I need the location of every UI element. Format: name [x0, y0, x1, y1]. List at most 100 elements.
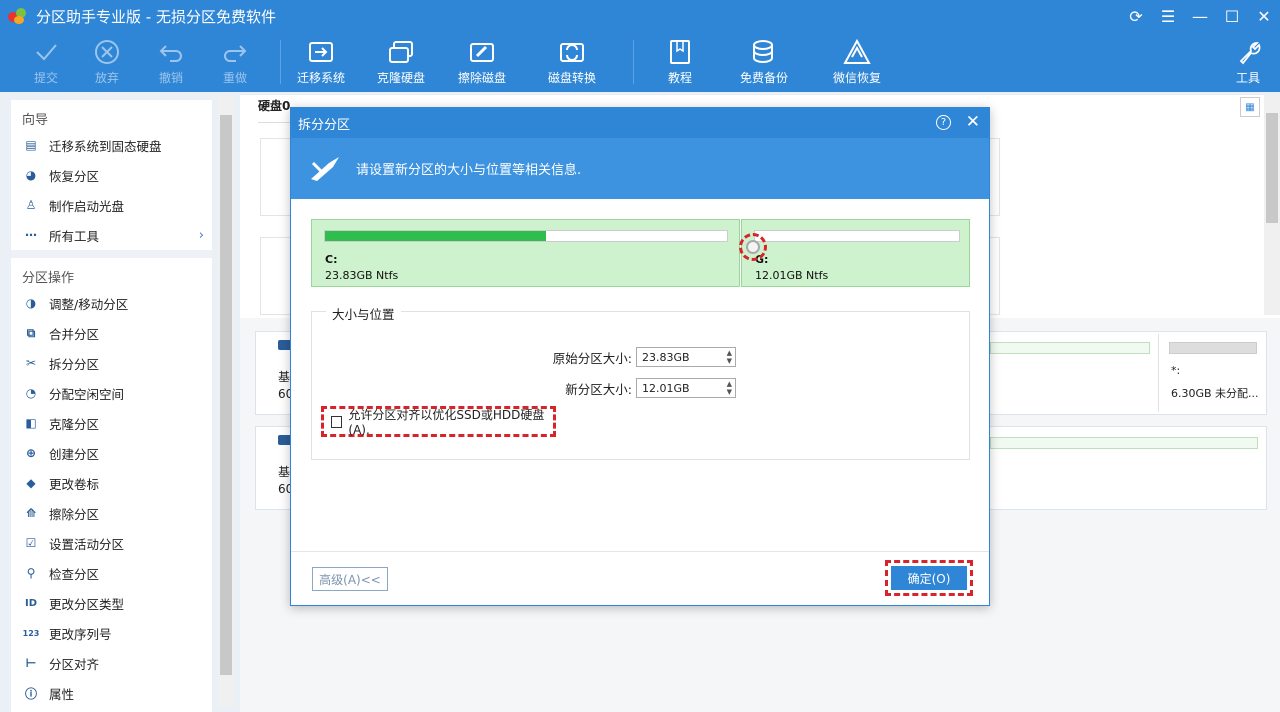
id-icon: ID	[24, 597, 38, 609]
sidebar-item-change-type[interactable]: ID 更改分区类型	[11, 588, 212, 618]
commit-button[interactable]: 提交	[16, 32, 76, 92]
clone-disk-button[interactable]: 克隆硬盘	[361, 32, 441, 92]
partition-bar	[990, 342, 1150, 354]
align-checkbox[interactable]	[331, 415, 343, 428]
wipe-disk-icon	[467, 38, 497, 66]
sidebar-item-resize[interactable]: ◑ 调整/移动分区	[11, 288, 212, 318]
partition-split-bar: C: 23.83GB Ntfs G: 12.01GB Ntfs	[311, 219, 971, 287]
magnifier-icon: ⚲	[26, 566, 36, 580]
free-backup-button[interactable]: 免费备份	[716, 32, 812, 92]
tutorial-button[interactable]: 教程	[644, 32, 716, 92]
migrate-disk-icon	[306, 38, 336, 66]
sidebar-item-clone-partition[interactable]: ◧ 克隆分区	[11, 408, 212, 438]
ops-section-title: 分区操作	[11, 258, 212, 288]
split-drag-handle[interactable]	[739, 233, 767, 261]
database-backup-icon	[749, 38, 779, 66]
sidebar-item-migrate-ssd[interactable]: ▤ 迁移系统到固态硬盘	[11, 130, 212, 160]
chevron-right-icon: ›	[198, 227, 204, 243]
split-partition-dialog: 拆分分区 ? ✕ 请设置新分区的大小与位置等相关信息. C: 23.83GB N…	[290, 107, 990, 606]
align-icon: ⊢	[25, 656, 37, 670]
unallocated-block[interactable]: *: 6.30GB 未分配...	[1158, 334, 1266, 412]
dialog-header-text: 请设置新分区的大小与位置等相关信息.	[356, 163, 582, 178]
dialog-footer: 高级(A)<< 确定(O)	[291, 551, 989, 606]
sidebar-item-align[interactable]: ⊢ 分区对齐	[11, 648, 212, 678]
dialog-title: 拆分分区	[298, 117, 351, 133]
tag-icon: ◆	[26, 476, 36, 490]
sidebar-item-properties[interactable]: ⓘ 属性	[11, 678, 212, 708]
convert-disk-button[interactable]: 磁盘转换	[523, 32, 621, 92]
boot-disk-icon: ♙	[25, 198, 37, 212]
maximize-button[interactable]: ☐	[1216, 0, 1248, 32]
discard-button[interactable]: 放弃	[76, 32, 138, 92]
size-position-group: 大小与位置 原始分区大小: 23.83GB ▲ ▼ 新分区大小: 12.01GB…	[311, 304, 970, 460]
serial-icon: 123	[22, 628, 40, 638]
partition-c-info: 23.83GB Ntfs	[325, 269, 399, 282]
new-size-label: 新分区大小:	[565, 381, 632, 397]
partition-g-info: 12.01GB Ntfs	[755, 269, 829, 282]
menu-icon[interactable]: ☰	[1152, 0, 1184, 32]
partition-g-block[interactable]: G: 12.01GB Ntfs	[741, 219, 970, 287]
convert-disk-icon	[557, 38, 587, 66]
tools-button[interactable]: 工具	[1218, 32, 1278, 92]
view-toggle-icon[interactable]: ▦	[1240, 97, 1260, 117]
clone-partition-icon: ◧	[25, 416, 37, 430]
edit-box-icon: ☑	[25, 536, 37, 550]
close-button[interactable]: ✕	[1248, 0, 1280, 32]
wizard-section-title: 向导	[11, 100, 212, 130]
dialog-header: 请设置新分区的大小与位置等相关信息.	[291, 138, 989, 199]
new-size-stepper[interactable]: 12.01GB ▲ ▼	[636, 378, 736, 398]
stepper-down-icon[interactable]: ▼	[727, 389, 732, 396]
wipe-disk-button[interactable]: 擦除磁盘	[441, 32, 523, 92]
sidebar-item-set-active[interactable]: ☑ 设置活动分区	[11, 528, 212, 558]
merge-icon: ⧉	[26, 325, 36, 340]
sidebar-item-allocate[interactable]: ◔ 分配空闲空间	[11, 378, 212, 408]
cancel-circle-icon	[92, 38, 122, 66]
partition-bar	[990, 437, 1258, 449]
sidebar-item-boot-disk[interactable]: ♙ 制作启动光盘	[11, 190, 212, 220]
migrate-os-button[interactable]: 迁移系统	[281, 32, 361, 92]
new-size-row: 新分区大小: 12.01GB ▲ ▼	[565, 378, 736, 398]
more-dots-icon: ⋯	[25, 228, 37, 242]
title-bar: 分区助手专业版 - 无损分区免费软件 ⟳ ☰ — ☐ ✕	[0, 0, 1280, 32]
redo-button[interactable]: 重做	[204, 32, 266, 92]
stepper-up-icon[interactable]: ▲	[727, 350, 732, 357]
sidebar-item-create[interactable]: ⊕ 创建分区	[11, 438, 212, 468]
original-size-stepper[interactable]: 23.83GB ▲ ▼	[636, 347, 736, 367]
book-icon	[665, 38, 695, 66]
window-title: 分区助手专业版 - 无损分区免费软件	[36, 7, 276, 26]
app-logo-icon	[8, 6, 28, 26]
dialog-close-icon[interactable]: ✕	[966, 112, 980, 132]
dialog-title-bar: 拆分分区 ? ✕	[291, 108, 989, 138]
sidebar-item-wipe[interactable]: ⟰ 擦除分区	[11, 498, 212, 528]
sidebar-item-label[interactable]: ◆ 更改卷标	[11, 468, 212, 498]
original-size-label: 原始分区大小:	[552, 350, 632, 366]
align-checkbox-label: 允许分区对齐以优化SSD或HDD硬盘(A).	[348, 408, 545, 437]
minimize-button[interactable]: —	[1184, 0, 1216, 32]
resize-icon: ◑	[25, 296, 37, 310]
sidebar-item-all-tools[interactable]: ⋯ 所有工具 ›	[11, 220, 212, 250]
align-checkbox-row[interactable]: 允许分区对齐以优化SSD或HDD硬盘(A).	[321, 406, 556, 437]
refresh-icon[interactable]: ⟳	[1120, 0, 1152, 32]
sidebar-item-split[interactable]: ✂ 拆分分区	[11, 348, 212, 378]
wechat-restore-button[interactable]: 微信恢复	[812, 32, 902, 92]
ssd-migrate-icon: ▤	[25, 138, 37, 152]
undo-button[interactable]: 撤销	[138, 32, 204, 92]
sidebar-item-check[interactable]: ⚲ 检查分区	[11, 558, 212, 588]
main-scrollbar[interactable]	[1264, 95, 1280, 315]
scissors-icon	[309, 153, 341, 185]
ok-button[interactable]: 确定(O)	[891, 566, 967, 590]
info-icon: ⓘ	[24, 686, 37, 701]
advanced-button[interactable]: 高级(A)<<	[312, 567, 388, 591]
partition-c-usage-bar	[324, 230, 728, 242]
pie-restore-icon: ◕	[25, 168, 37, 182]
sidebar-scrollbar[interactable]	[218, 95, 234, 707]
help-icon[interactable]: ?	[936, 115, 951, 130]
sidebar-item-serial[interactable]: 123 更改序列号	[11, 618, 212, 648]
sidebar-item-merge[interactable]: ⧉ 合并分区	[11, 318, 212, 348]
partition-c-name: C:	[325, 253, 338, 266]
stepper-down-icon[interactable]: ▼	[727, 358, 732, 365]
partition-c-block[interactable]: C: 23.83GB Ntfs	[311, 219, 740, 287]
size-position-title: 大小与位置	[326, 304, 401, 323]
stepper-up-icon[interactable]: ▲	[727, 381, 732, 388]
sidebar-item-restore-partition[interactable]: ◕ 恢复分区	[11, 160, 212, 190]
